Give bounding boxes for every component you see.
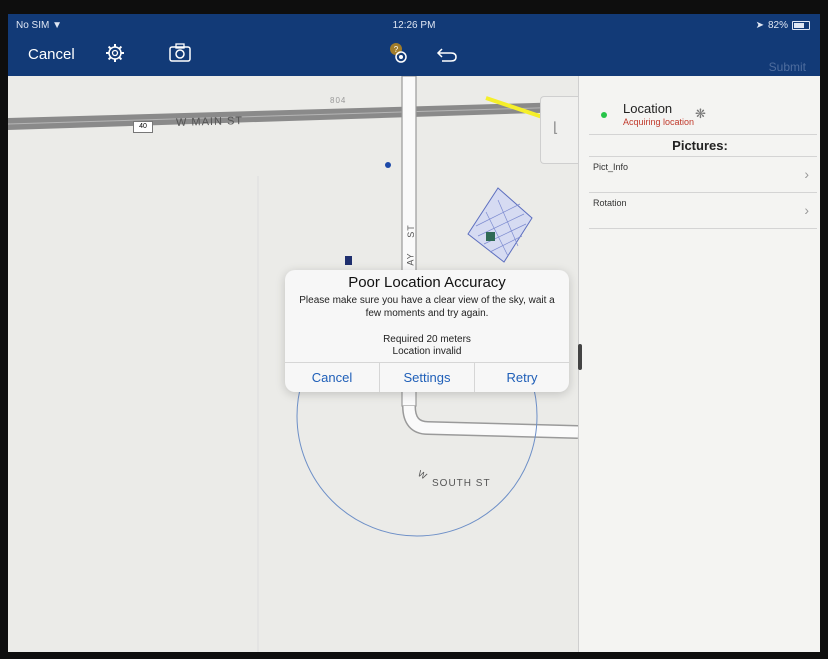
side-panel: Location Acquiring location ❋ Pictures: …	[578, 76, 820, 652]
battery-icon	[792, 21, 810, 30]
route-shield: 40	[133, 121, 153, 133]
top-navbar: No SIM ▼ 12:26 PM ➤ 82% Cancel ? Submit	[8, 14, 820, 76]
info-marker	[345, 256, 352, 265]
south-st-label: SOUTH ST	[432, 478, 491, 489]
spinner-icon: ❋	[695, 106, 706, 121]
panel-collapse-tab[interactable]: ⌊	[540, 96, 581, 164]
vertical-st-label: ST	[405, 224, 416, 238]
dialog-details: Required 20 meters Location invalid	[285, 334, 569, 358]
ipad-screen: W MAIN ST 40 804 ST AY W SOUTH ST No SIM…	[8, 14, 820, 652]
dialog-cancel-button[interactable]: Cancel	[285, 363, 380, 392]
location-arrow-icon: ➤	[755, 20, 764, 31]
gear-icon[interactable]	[104, 42, 126, 69]
dialog-settings-button[interactable]: Settings	[380, 363, 475, 392]
row-label: Rotation	[593, 198, 627, 208]
poi-marker	[385, 162, 391, 168]
vertical-st-prefix: AY	[405, 252, 416, 266]
collapse-icon: ⌊	[553, 119, 559, 135]
location-title: Location	[623, 101, 673, 116]
w-main-st-label: W MAIN ST	[175, 115, 244, 129]
pictures-header: Pictures:	[672, 138, 728, 153]
undo-icon[interactable]	[436, 46, 458, 67]
location-status: Acquiring location	[623, 117, 695, 127]
location-status-dot	[601, 112, 607, 118]
required-accuracy: Required 20 meters	[383, 334, 471, 345]
location-settings-icon[interactable]: ?	[386, 40, 410, 69]
divider	[589, 134, 817, 135]
parcel-number: 804	[330, 96, 347, 105]
dialog-button-bar: Cancel Settings Retry	[285, 362, 569, 392]
parcel-marker	[486, 232, 495, 241]
chevron-right-icon: ›	[804, 166, 809, 182]
submit-button[interactable]: Submit	[769, 60, 806, 74]
divider	[589, 228, 817, 229]
dialog-message: Please make sure you have a clear view o…	[299, 295, 555, 319]
status-time: 12:26 PM	[392, 20, 436, 31]
poor-accuracy-dialog: Poor Location Accuracy Please make sure …	[285, 270, 569, 392]
panel-drag-handle[interactable]	[578, 344, 582, 370]
location-validity: Location invalid	[392, 346, 462, 357]
status-right: ➤ 82%	[756, 20, 810, 31]
chevron-right-icon: ›	[804, 202, 809, 218]
list-item-rotation[interactable]: Rotation ›	[579, 192, 820, 228]
camera-icon[interactable]	[168, 42, 192, 69]
row-label: Pict_Info	[593, 162, 629, 172]
battery-percent: 82%	[767, 20, 788, 31]
list-item-pict-info[interactable]: Pict_Info ›	[579, 156, 820, 192]
cancel-button[interactable]: Cancel	[28, 46, 75, 63]
dialog-title: Poor Location Accuracy	[348, 274, 506, 291]
dialog-retry-button[interactable]: Retry	[475, 363, 569, 392]
